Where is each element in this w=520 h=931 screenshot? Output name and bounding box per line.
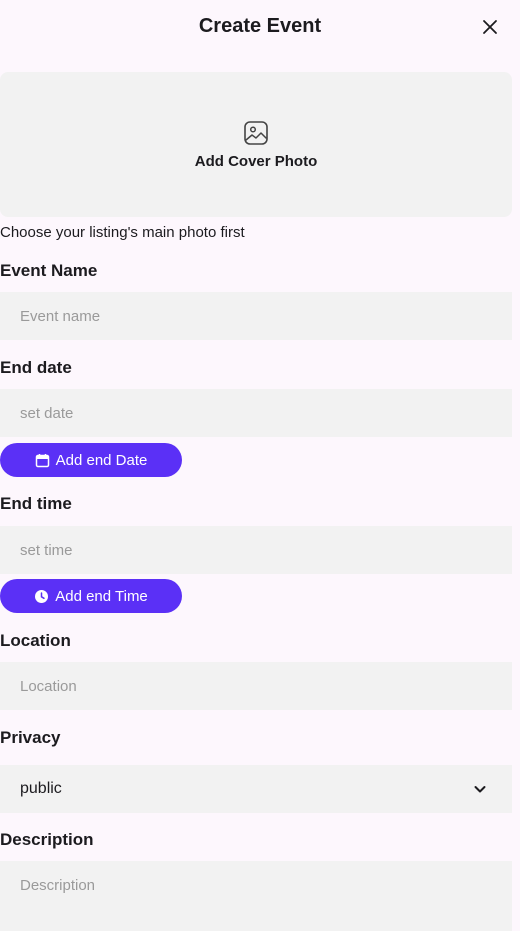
clock-icon	[34, 589, 49, 604]
privacy-select[interactable]: public	[0, 765, 512, 813]
end-date-input[interactable]	[0, 389, 512, 437]
location-label: Location	[0, 631, 71, 650]
close-button[interactable]	[478, 15, 502, 39]
page-title: Create Event	[198, 15, 322, 37]
privacy-label: Privacy	[0, 728, 61, 747]
add-end-time-label: Add end Time	[55, 587, 148, 605]
add-end-time-button[interactable]: Add end Time	[0, 579, 182, 613]
close-icon	[483, 20, 497, 34]
end-date-label: End date	[0, 358, 72, 377]
location-input[interactable]	[0, 662, 512, 710]
add-end-date-button[interactable]: Add end Date	[0, 443, 182, 477]
event-name-input[interactable]	[0, 292, 512, 340]
end-time-label: End time	[0, 494, 72, 513]
description-input[interactable]	[0, 861, 512, 931]
image-icon	[244, 121, 268, 145]
calendar-icon	[35, 453, 50, 468]
privacy-value: public	[20, 780, 62, 797]
cover-photo-label: Add Cover Photo	[194, 153, 318, 170]
event-name-label: Event Name	[0, 261, 98, 280]
add-cover-photo-button[interactable]: Add Cover Photo	[0, 72, 512, 217]
cover-photo-hint: Choose your listing's main photo first	[0, 224, 245, 241]
end-time-input[interactable]	[0, 526, 512, 574]
add-end-date-label: Add end Date	[55, 451, 148, 469]
header: Create Event	[0, 0, 520, 54]
chevron-down-icon	[472, 781, 488, 797]
description-label: Description	[0, 830, 94, 849]
